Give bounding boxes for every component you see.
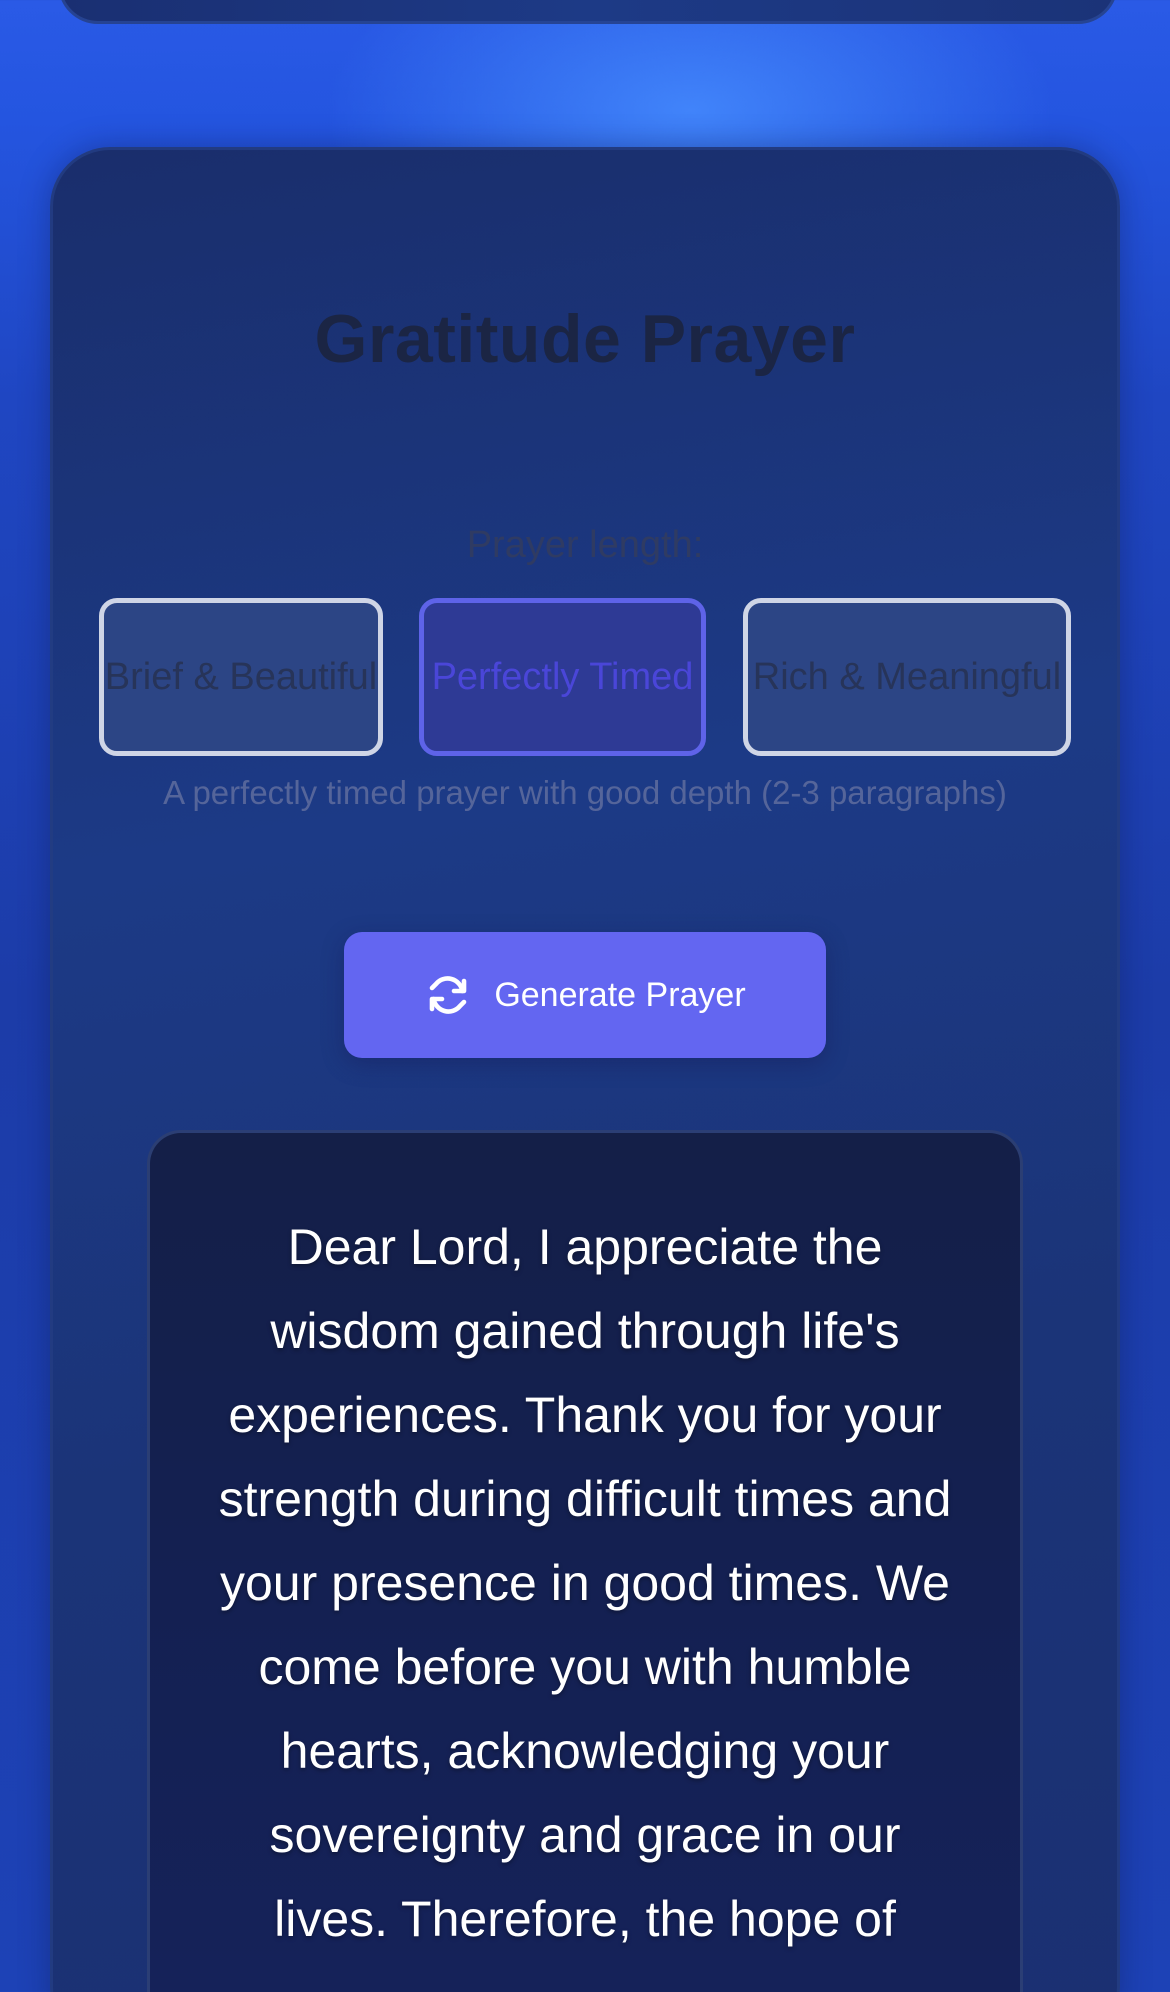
generate-prayer-button[interactable]: Generate Prayer [344,932,826,1058]
length-option-brief[interactable]: Brief & Beautiful [99,598,383,756]
length-description: A perfectly timed prayer with good depth… [163,774,1007,811]
length-option-brief-label: Brief & Beautiful [104,656,378,698]
card-title: Gratitude Prayer [314,301,856,377]
prayer-text: Dear Lord, I appreciate the wisdom gaine… [218,1219,952,1947]
refresh-icon [424,971,472,1019]
length-option-rich[interactable]: Rich & Meaningful [743,598,1071,756]
length-option-rich-label: Rich & Meaningful [752,656,1062,698]
previous-card [58,0,1118,24]
prayer-length-label: Prayer length: [466,524,704,566]
generate-prayer-label: Generate Prayer [494,975,746,1014]
length-option-perfectly-timed-label: Perfectly Timed [431,656,694,698]
length-option-perfectly-timed[interactable]: Perfectly Timed [419,598,706,756]
